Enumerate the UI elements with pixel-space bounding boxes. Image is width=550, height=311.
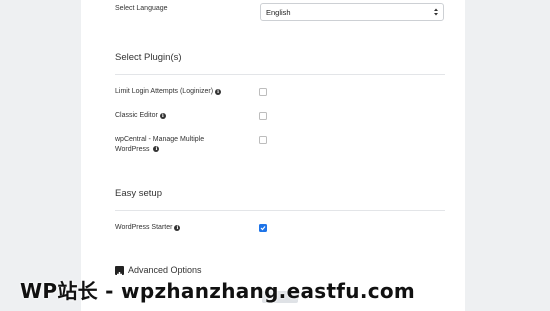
plugin-label: Limit Login Attempts (Loginizer)	[115, 88, 214, 95]
language-select-value: English	[266, 7, 291, 17]
info-icon[interactable]: i	[215, 89, 222, 95]
easy-setup-checkbox-starter[interactable]	[259, 224, 267, 232]
plugins-section-title: Select Plugin(s)	[115, 52, 182, 63]
plugin-row-loginizer: Limit Login Attempts (Loginizer) i	[115, 87, 222, 97]
plus-square-icon[interactable]	[115, 266, 124, 277]
plugin-label-line2: WordPress	[115, 146, 150, 153]
plugin-label-line1: wpCentral - Manage Multiple	[115, 136, 205, 143]
language-select[interactable]: English	[260, 3, 444, 21]
select-arrows-icon	[434, 8, 438, 16]
plugin-label-line2-wrap: WordPress i	[115, 145, 204, 155]
watermark-text: WP站长 - wpzhanzhang.eastfu.com	[20, 279, 416, 303]
plugin-row-wpcentral: wpCentral - Manage Multiple WordPress i	[115, 135, 204, 155]
info-icon[interactable]: i	[159, 113, 166, 119]
plugin-row-classic-editor: Classic Editor i	[115, 111, 166, 121]
plugin-checkbox-wpcentral[interactable]	[259, 136, 267, 144]
easy-setup-divider	[115, 210, 445, 211]
info-icon[interactable]: i	[174, 225, 181, 231]
plugin-checkbox-loginizer[interactable]	[259, 88, 267, 96]
language-label: Select Language	[115, 5, 168, 12]
plugin-checkbox-classic-editor[interactable]	[259, 112, 267, 120]
easy-setup-section-title: Easy setup	[115, 188, 162, 199]
language-row: Select Language	[115, 4, 168, 14]
plugins-divider	[115, 74, 445, 75]
checkmark-icon	[260, 226, 266, 231]
easy-setup-label: WordPress Starter	[115, 224, 173, 231]
info-icon[interactable]: i	[153, 146, 160, 153]
advanced-options-toggle[interactable]: Advanced Options	[128, 265, 202, 275]
easy-setup-row-starter: WordPress Starter i	[115, 223, 181, 233]
plugin-label: Classic Editor	[115, 112, 158, 119]
